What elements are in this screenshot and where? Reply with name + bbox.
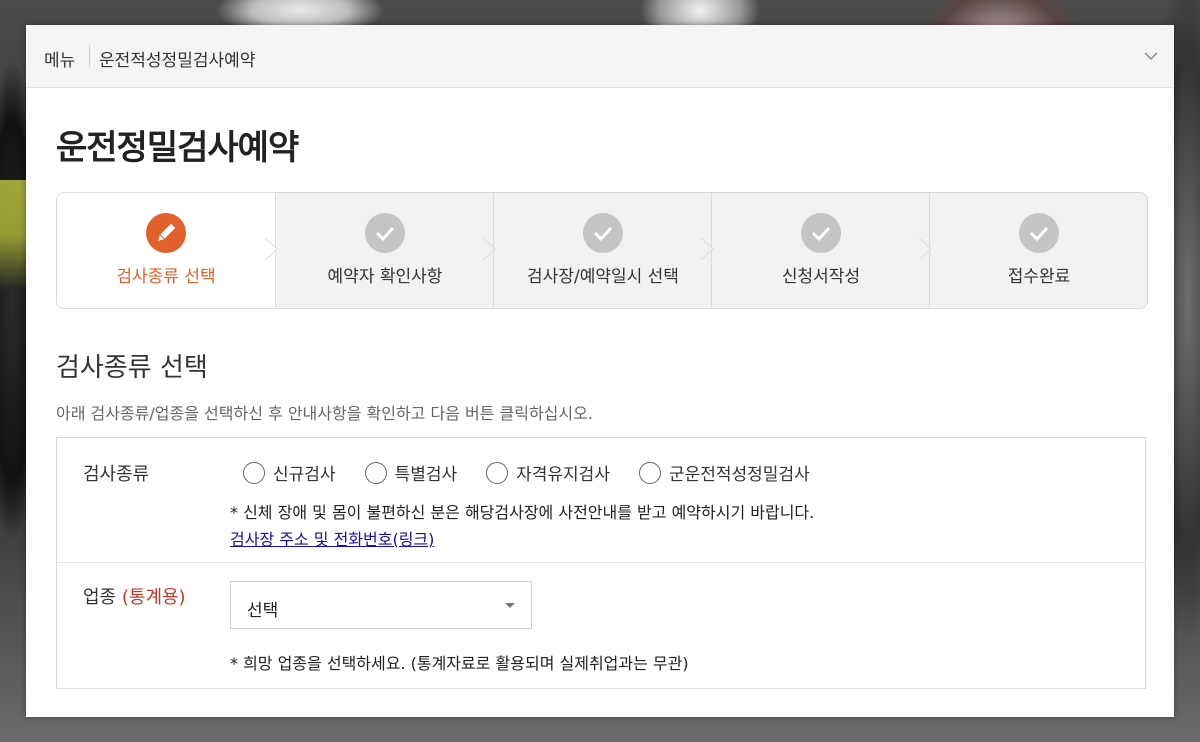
section-description: 아래 검사종류/업종을 선택하신 후 안내사항을 확인하고 다음 버튼 클릭하십… bbox=[56, 404, 593, 423]
step-arrow-icon bbox=[919, 238, 932, 260]
breadcrumb: 메뉴 운전적성정밀검사예약 bbox=[26, 25, 1174, 88]
industry-select-value: 선택 bbox=[247, 601, 279, 621]
industry-label-suffix: (통계용) bbox=[121, 587, 186, 608]
exam-type-row: 검사종류 신규검사 특별검사 자격유지검사 군운전적성정밀검사 * 신체 장애 … bbox=[57, 438, 1145, 563]
radio-label: 신규검사 bbox=[273, 465, 336, 485]
background-detail bbox=[0, 180, 26, 290]
step-reserver-check: 예약자 확인사항 bbox=[275, 193, 496, 308]
step-arrow-icon bbox=[265, 238, 278, 260]
step-label: 예약자 확인사항 bbox=[327, 267, 443, 287]
step-label: 접수완료 bbox=[1007, 267, 1071, 287]
breadcrumb-current[interactable]: 운전적성정밀검사예약 bbox=[99, 46, 255, 71]
page-title: 운전정밀검사예약 bbox=[56, 128, 299, 168]
radio-label: 자격유지검사 bbox=[516, 465, 610, 485]
step-complete: 접수완료 bbox=[929, 193, 1147, 308]
exam-type-radio-group: 신규검사 특별검사 자격유지검사 군운전적성정밀검사 bbox=[243, 460, 839, 485]
step-arrow-icon bbox=[483, 238, 496, 260]
step-label: 검사종류 선택 bbox=[116, 267, 216, 287]
breadcrumb-menu-button[interactable]: 메뉴 bbox=[44, 46, 75, 71]
chevron-down-icon[interactable] bbox=[1144, 49, 1158, 63]
radio-special-exam[interactable]: 특별검사 bbox=[364, 460, 458, 485]
radio-button[interactable] bbox=[243, 461, 265, 484]
check-icon bbox=[583, 213, 623, 253]
pencil-icon bbox=[146, 213, 186, 253]
radio-button[interactable] bbox=[638, 461, 661, 484]
radio-label: 특별검사 bbox=[394, 465, 458, 485]
radio-button[interactable] bbox=[364, 461, 387, 484]
breadcrumb-divider bbox=[89, 45, 90, 67]
industry-row: 업종 (통계용) 선택 * 희망 업종을 선택하세요. (통계자료로 활용되며 … bbox=[57, 563, 1145, 689]
center-contact-link[interactable]: 검사장 주소 및 전화번호(링크) bbox=[230, 526, 434, 550]
check-icon bbox=[801, 213, 841, 253]
section-title: 검사종류 선택 bbox=[56, 353, 208, 383]
selection-form: 검사종류 신규검사 특별검사 자격유지검사 군운전적성정밀검사 * 신체 장애 … bbox=[56, 437, 1146, 689]
check-icon bbox=[1019, 213, 1059, 253]
check-icon bbox=[365, 213, 405, 253]
step-arrow-icon bbox=[701, 238, 714, 260]
step-label: 신청서작성 bbox=[781, 267, 861, 287]
caret-down-icon bbox=[505, 603, 515, 608]
step-exam-type: 검사종류 선택 bbox=[57, 193, 278, 308]
industry-note: * 희망 업종을 선택하세요. (통계자료로 활용되며 실제취업과는 무관) bbox=[230, 654, 689, 673]
radio-military-exam[interactable]: 군운전적성정밀검사 bbox=[638, 460, 810, 485]
radio-new-exam[interactable]: 신규검사 bbox=[243, 460, 336, 485]
step-application-form: 신청서작성 bbox=[711, 193, 932, 308]
progress-steps: 검사종류 선택 예약자 확인사항 검사장/예약일시 선택 신청서작성 접수완료 bbox=[56, 192, 1148, 309]
radio-qualification-exam[interactable]: 자격유지검사 bbox=[486, 460, 610, 485]
industry-label-text: 업종 bbox=[83, 587, 117, 608]
step-label: 검사장/예약일시 선택 bbox=[527, 267, 679, 287]
step-center-datetime: 검사장/예약일시 선택 bbox=[493, 193, 714, 308]
exam-type-label: 검사종류 bbox=[83, 464, 150, 485]
exam-type-note: * 신체 장애 및 몸이 불편하신 분은 해당검사장에 사전안내를 받고 예약하… bbox=[230, 503, 815, 522]
reservation-panel: 메뉴 운전적성정밀검사예약 운전정밀검사예약 검사종류 선택 예약자 확인사항 … bbox=[26, 25, 1174, 717]
industry-select[interactable]: 선택 bbox=[230, 581, 532, 629]
industry-label: 업종 (통계용) bbox=[83, 583, 186, 609]
radio-label: 군운전적성정밀검사 bbox=[668, 465, 810, 485]
radio-button[interactable] bbox=[486, 461, 509, 484]
